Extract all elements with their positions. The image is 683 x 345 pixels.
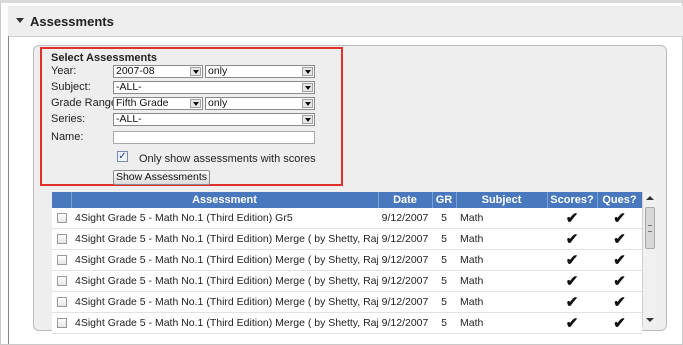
grip-icon	[648, 225, 652, 232]
subject-cell: Math	[456, 208, 547, 229]
subject-select-value: -ALL-	[116, 81, 142, 93]
top-strip	[0, 0, 683, 3]
subject-cell: Math	[456, 228, 547, 250]
column-header[interactable]: Scores?	[547, 192, 598, 208]
check-icon: ✔	[613, 273, 626, 290]
only-scores-label: Only show assessments with scores	[139, 153, 316, 165]
assessment-cell: 4Sight Grade 5 - Math No.1 (Third Editio…	[71, 249, 378, 271]
check-icon: ✔	[613, 252, 626, 269]
row-checkbox[interactable]	[56, 234, 67, 245]
row-checkbox[interactable]	[56, 297, 67, 308]
table-row[interactable]: 4Sight Grade 5 - Math No.1 (Third Editio…	[52, 312, 642, 334]
scrollbar-thumb[interactable]	[645, 207, 655, 249]
name-label: Name:	[51, 131, 84, 143]
check-icon: ✔	[565, 231, 579, 248]
section-header[interactable]: Assessments	[8, 6, 683, 37]
table-scrollbar[interactable]	[642, 192, 657, 326]
date-cell: 9/12/2007	[378, 228, 432, 250]
row-checkbox[interactable]	[56, 318, 67, 329]
row-checkbox[interactable]	[56, 276, 67, 287]
subject-select[interactable]: -ALL-	[113, 81, 315, 94]
chevron-down-icon[interactable]	[190, 67, 201, 76]
grade-cell: 5	[432, 291, 456, 313]
select-column-header	[52, 192, 72, 208]
grade-cell: 5	[432, 312, 456, 334]
column-header[interactable]: Date	[378, 192, 433, 208]
check-icon: ✔	[565, 210, 579, 227]
column-header[interactable]: Ques?	[597, 192, 643, 208]
table-header-row: Assessment Date GR Subject Scores? Ques?	[52, 192, 643, 208]
grade-range-label: Grade Range:	[51, 97, 121, 109]
assessment-cell: 4Sight Grade 5 - Math No.1 (Third Editio…	[71, 270, 378, 292]
check-icon: ✔	[565, 294, 579, 311]
table-row[interactable]: 4Sight Grade 5 - Math No.1 (Third Editio…	[52, 228, 642, 250]
row-checkbox[interactable]	[56, 213, 67, 224]
date-cell: 9/12/2007	[378, 249, 432, 271]
assessment-cell: 4Sight Grade 5 - Math No.1 (Third Editio…	[71, 312, 378, 334]
check-icon: ✔	[613, 210, 626, 227]
chevron-down-icon[interactable]	[190, 99, 201, 108]
table-row[interactable]: 4Sight Grade 5 - Math No.1 (Third Editio…	[52, 208, 642, 229]
date-cell: 9/12/2007	[378, 312, 432, 334]
check-icon: ✔	[613, 315, 626, 332]
column-header[interactable]: Subject	[456, 192, 548, 208]
table-row[interactable]: 4Sight Grade 5 - Math No.1 (Third Editio…	[52, 270, 642, 292]
assessment-cell: 4Sight Grade 5 - Math No.1 (Third Editio…	[71, 208, 378, 229]
show-assessments-button[interactable]: Show Assessments	[113, 170, 210, 185]
section-title: Assessments	[30, 14, 114, 29]
year-label: Year:	[51, 65, 77, 77]
grade-cell: 5	[432, 208, 456, 229]
subject-cell: Math	[456, 249, 547, 271]
subject-cell: Math	[456, 270, 547, 292]
chevron-down-icon[interactable]	[302, 83, 313, 92]
check-icon: ✔	[613, 231, 626, 248]
year-select[interactable]: 2007-08	[113, 65, 203, 78]
series-label: Series:	[51, 113, 86, 125]
year-qualifier-value: only	[208, 65, 228, 77]
year-qualifier-select[interactable]: only	[205, 65, 315, 78]
assessments-table: Assessment Date GR Subject Scores? Ques?…	[52, 192, 643, 334]
grade-cell: 5	[432, 270, 456, 292]
left-divider	[8, 36, 9, 344]
subject-label: Subject:	[51, 81, 91, 93]
date-cell: 9/12/2007	[378, 270, 432, 292]
assessment-cell: 4Sight Grade 5 - Math No.1 (Third Editio…	[71, 291, 378, 313]
grade-cell: 5	[432, 249, 456, 271]
check-icon: ✔	[565, 315, 579, 332]
column-header[interactable]: Assessment	[71, 192, 379, 208]
row-checkbox[interactable]	[56, 255, 67, 266]
grade-qualifier-select[interactable]: only	[205, 97, 315, 110]
check-icon: ✔	[565, 252, 579, 269]
subject-cell: Math	[456, 312, 547, 334]
column-header[interactable]: GR	[432, 192, 457, 208]
grade-range-select[interactable]: Fifth Grade	[113, 97, 203, 110]
chevron-down-icon[interactable]	[302, 67, 313, 76]
chevron-down-icon[interactable]	[302, 115, 313, 124]
grade-cell: 5	[432, 228, 456, 250]
series-select-value: -ALL-	[116, 113, 142, 125]
subject-cell: Math	[456, 291, 547, 313]
scroll-down-icon[interactable]	[646, 318, 654, 322]
only-scores-checkbox[interactable]: ✓	[117, 151, 128, 162]
chevron-down-icon[interactable]	[302, 99, 313, 108]
check-icon: ✔	[613, 294, 626, 311]
scroll-up-icon[interactable]	[646, 196, 654, 200]
date-cell: 9/12/2007	[378, 291, 432, 313]
chevron-down-icon[interactable]	[16, 18, 24, 23]
check-icon: ✔	[565, 273, 579, 290]
table-row[interactable]: 4Sight Grade 5 - Math No.1 (Third Editio…	[52, 249, 642, 271]
assessment-cell: 4Sight Grade 5 - Math No.1 (Third Editio…	[71, 228, 378, 250]
date-cell: 9/12/2007	[378, 208, 432, 229]
name-input[interactable]	[113, 131, 315, 144]
series-select[interactable]: -ALL-	[113, 113, 315, 126]
grade-range-value: Fifth Grade	[116, 97, 169, 109]
table-row[interactable]: 4Sight Grade 5 - Math No.1 (Third Editio…	[52, 291, 642, 313]
select-assessments-heading: Select Assessments	[51, 52, 157, 64]
year-select-value: 2007-08	[116, 65, 155, 77]
grade-qualifier-value: only	[208, 97, 228, 109]
